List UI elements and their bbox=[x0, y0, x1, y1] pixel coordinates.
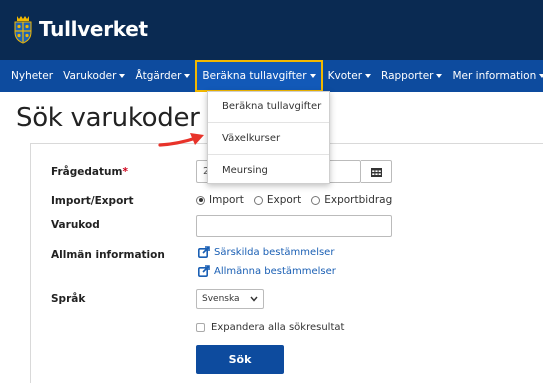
nav-item-kvoter[interactable]: Kvoter bbox=[323, 60, 376, 92]
caret-down-icon bbox=[365, 74, 372, 78]
dropdown-item-vaxelkurser[interactable]: Växelkurser bbox=[208, 133, 329, 144]
logo-text: Tullverket bbox=[39, 17, 148, 41]
expand-checkbox-label[interactable]: Expandera alla sökresultat bbox=[211, 322, 344, 333]
radio-exportbidrag[interactable] bbox=[311, 195, 321, 205]
logo[interactable]: Tullverket bbox=[12, 14, 148, 44]
red-arrow-icon bbox=[158, 133, 204, 147]
language-selected-value: Svenska bbox=[202, 294, 240, 304]
nav-item-nyheter[interactable]: Nyheter bbox=[6, 60, 58, 92]
nav-item-berakna-tullavgifter[interactable]: Beräkna tullavgifter bbox=[195, 60, 323, 92]
caret-down-icon bbox=[309, 74, 316, 78]
varukod-label: Varukod bbox=[51, 219, 100, 231]
import-export-radio-group: Import Export Exportbidrag bbox=[196, 194, 402, 206]
page-title: Sök varukoder bbox=[16, 103, 200, 133]
date-label-text: Frågedatum bbox=[51, 166, 123, 178]
radio-import[interactable] bbox=[196, 195, 205, 205]
nav-item-atgarder[interactable]: Åtgärder bbox=[130, 60, 195, 92]
link-text: Allmänna bestämmelser bbox=[214, 265, 336, 277]
nav-item-rapporter[interactable]: Rapporter bbox=[376, 60, 447, 92]
calendar-icon bbox=[370, 167, 382, 177]
link-text: Särskilda bestämmelser bbox=[214, 246, 335, 258]
caret-down-icon bbox=[119, 74, 126, 78]
site-header: Tullverket bbox=[0, 0, 543, 60]
dropdown-item-berakna-tullavgifter[interactable]: Beräkna tullavgifter bbox=[208, 101, 329, 112]
external-link-icon bbox=[198, 246, 210, 258]
caret-down-icon bbox=[436, 74, 443, 78]
radio-exportbidrag-label[interactable]: Exportbidrag bbox=[324, 194, 392, 206]
nav-label: Beräkna tullavgifter bbox=[202, 70, 307, 82]
search-button[interactable]: Sök bbox=[196, 345, 284, 374]
date-label: Frågedatum* bbox=[51, 166, 128, 178]
crest-icon bbox=[14, 16, 32, 44]
nav-label: Mer information bbox=[452, 70, 537, 82]
caret-down-icon bbox=[539, 74, 543, 78]
expand-checkbox[interactable] bbox=[196, 323, 205, 332]
berakna-dropdown-menu: Beräkna tullavgifter Växelkurser Meursin… bbox=[207, 91, 330, 184]
dropdown-divider bbox=[208, 154, 329, 155]
dropdown-item-meursing[interactable]: Meursing bbox=[208, 165, 329, 176]
nav-label: Varukoder bbox=[63, 70, 117, 82]
nav-item-mer-information[interactable]: Mer information bbox=[447, 60, 543, 92]
link-sarskilda-bestammelser[interactable]: Särskilda bestämmelser bbox=[198, 246, 334, 258]
nav-label: Nyheter bbox=[11, 70, 54, 82]
expand-checkbox-row[interactable]: Expandera alla sökresultat bbox=[196, 322, 344, 333]
varukod-input[interactable] bbox=[196, 215, 392, 237]
nav-item-varukoder[interactable]: Varukoder bbox=[58, 60, 130, 92]
dropdown-divider bbox=[208, 122, 329, 123]
required-marker: * bbox=[122, 166, 128, 178]
import-export-label: Import/Export bbox=[51, 195, 134, 207]
external-link-icon bbox=[198, 265, 210, 277]
radio-import-label[interactable]: Import bbox=[209, 194, 244, 206]
info-label: Allmän information bbox=[51, 249, 165, 261]
language-label: Språk bbox=[51, 293, 86, 305]
radio-export[interactable] bbox=[253, 195, 263, 205]
language-select[interactable]: Svenska bbox=[196, 289, 264, 309]
link-allmanna-bestammelser[interactable]: Allmänna bestämmelser bbox=[198, 265, 336, 277]
caret-down-icon bbox=[184, 74, 191, 78]
chevron-down-icon bbox=[250, 296, 258, 302]
radio-export-label[interactable]: Export bbox=[267, 194, 301, 206]
nav-label: Åtgärder bbox=[135, 70, 182, 82]
nav-label: Rapporter bbox=[381, 70, 434, 82]
calendar-button[interactable] bbox=[361, 160, 392, 183]
nav-label: Kvoter bbox=[327, 70, 363, 82]
main-nav: Nyheter Varukoder Åtgärder Beräkna tulla… bbox=[0, 60, 543, 92]
